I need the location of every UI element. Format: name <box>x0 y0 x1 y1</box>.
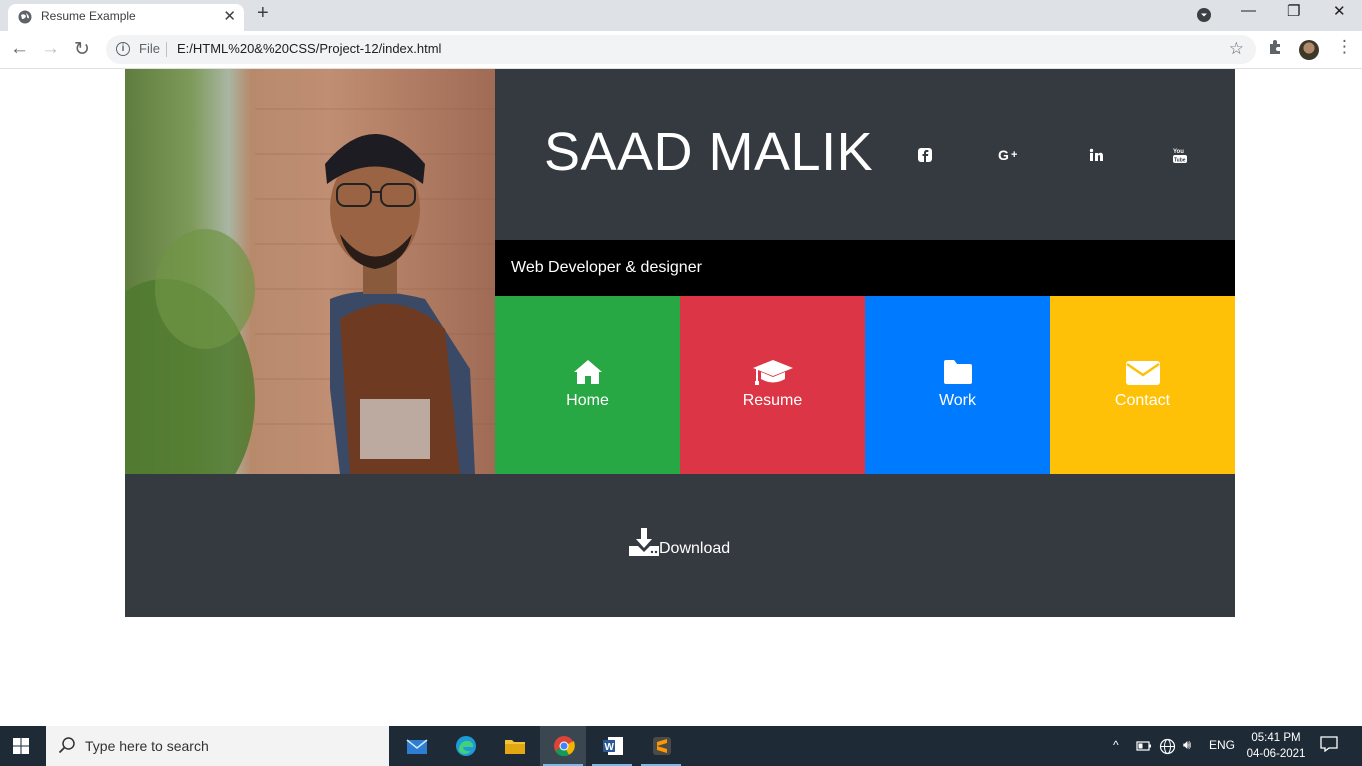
page-subtitle: Web Developer & designer <box>511 259 702 276</box>
clock-time: 05:41 PM <box>1251 732 1301 744</box>
windows-start-icon[interactable] <box>13 738 29 754</box>
edge-icon <box>456 736 476 756</box>
taskbar-search[interactable]: Type here to search <box>46 726 389 766</box>
search-placeholder: Type here to search <box>85 738 209 754</box>
home-icon <box>573 360 602 384</box>
notification-icon[interactable] <box>1320 736 1338 752</box>
nav-tile-label: Resume <box>742 392 803 409</box>
graduation-cap-icon <box>752 360 793 385</box>
mail-icon <box>406 739 428 754</box>
svg-text:You: You <box>1173 149 1184 155</box>
download-icon <box>629 528 659 556</box>
extensions-icon[interactable] <box>1268 39 1284 55</box>
youtube-icon[interactable]: You Tube <box>1170 147 1190 163</box>
tab-strip: Resume Example ✕ + — ❐ ✕ <box>0 0 1362 31</box>
battery-icon[interactable] <box>1136 740 1152 752</box>
browser-tab[interactable]: Resume Example ✕ <box>8 4 244 31</box>
network-globe-icon[interactable] <box>1159 738 1176 755</box>
nav-tile-work[interactable]: Work <box>865 296 1050 474</box>
reload-icon[interactable]: ↻ <box>74 38 90 61</box>
profile-photo <box>125 69 495 474</box>
linkedin-icon[interactable] <box>1086 147 1106 163</box>
svg-text:+: + <box>1011 149 1017 161</box>
nav-tile-label: Home <box>566 392 609 409</box>
info-icon[interactable]: i <box>116 42 130 56</box>
menu-dots-icon[interactable]: ⋮ <box>1336 37 1353 57</box>
address-url[interactable]: E:/HTML%20&%20CSS/Project-12/index.html <box>177 41 441 56</box>
taskbar: Type here to search W ^ 🔊︎ ENG 05:41 PM … <box>0 726 1362 766</box>
chevron-up-icon[interactable]: ^ <box>1113 738 1119 752</box>
download-label: Download <box>659 540 731 557</box>
portrait-illustration <box>125 108 495 474</box>
page-title: SAAD MALIK <box>544 122 874 182</box>
taskbar-edge[interactable] <box>442 726 488 766</box>
clock-date: 04-06-2021 <box>1246 748 1306 760</box>
header-bar: SAAD MALIK G + You Tube <box>495 69 1235 240</box>
nav-tile-home[interactable]: Home <box>495 296 680 474</box>
taskbar-sublime[interactable] <box>638 726 684 766</box>
search-icon <box>58 737 75 754</box>
back-arrow-icon[interactable]: ← <box>10 38 29 60</box>
tab-close-icon[interactable]: ✕ <box>223 7 236 25</box>
address-bar[interactable]: i File E:/HTML%20&%20CSS/Project-12/inde… <box>106 35 1256 64</box>
forward-arrow-icon[interactable]: → <box>41 38 60 60</box>
bookmark-star-icon[interactable]: ☆ <box>1229 39 1244 59</box>
language-indicator[interactable]: ENG <box>1209 738 1235 752</box>
svg-text:W: W <box>605 742 615 753</box>
tab-search-icon[interactable] <box>1197 8 1211 22</box>
chrome-icon <box>554 736 575 757</box>
google-plus-icon[interactable]: G + <box>998 147 1022 163</box>
folder-icon <box>505 740 525 754</box>
footer-bar: Download <box>125 474 1235 617</box>
nav-tile-contact[interactable]: Contact <box>1050 296 1235 474</box>
taskbar-chrome[interactable] <box>540 726 586 766</box>
address-scheme: File <box>139 41 160 56</box>
taskbar-clock[interactable]: 05:41 PM 04-06-2021 <box>1246 730 1306 762</box>
taskbar-file-explorer[interactable] <box>491 726 537 766</box>
browser-toolbar: ← → ↻ i File E:/HTML%20&%20CSS/Project-1… <box>0 31 1362 69</box>
word-icon: W <box>603 737 623 755</box>
close-window-button[interactable]: ✕ <box>1333 2 1346 20</box>
subtitle-bar: Web Developer & designer <box>495 240 1235 296</box>
sublime-text-icon <box>653 737 671 755</box>
globe-icon <box>18 10 32 24</box>
folder-icon <box>943 360 972 384</box>
volume-icon[interactable]: 🔊︎ <box>1183 737 1191 753</box>
taskbar-mail[interactable] <box>393 726 439 766</box>
profile-avatar[interactable] <box>1299 40 1319 60</box>
svg-text:Tube: Tube <box>1174 158 1186 164</box>
minimize-button[interactable]: — <box>1241 2 1256 19</box>
nav-tile-resume[interactable]: Resume <box>680 296 865 474</box>
envelope-icon <box>1125 361 1160 385</box>
nav-tile-label: Contact <box>1114 392 1171 409</box>
restore-button[interactable]: ❐ <box>1287 2 1300 20</box>
resume-card: SAAD MALIK G + You Tube Web Developer & … <box>125 69 1235 617</box>
new-tab-button[interactable]: + <box>257 2 269 25</box>
facebook-icon[interactable] <box>915 147 935 163</box>
taskbar-word[interactable]: W <box>589 726 635 766</box>
nav-tile-label: Work <box>938 392 977 409</box>
address-divider <box>166 42 167 57</box>
svg-text:G: G <box>998 147 1009 163</box>
tab-title: Resume Example <box>41 9 136 23</box>
